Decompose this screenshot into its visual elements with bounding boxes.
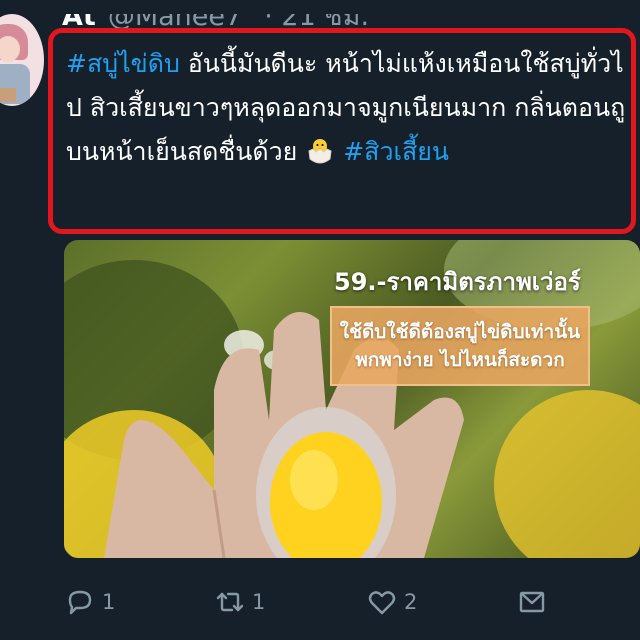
- promo-line-2: พกพาง่าย ไปไหนก็สะดวก: [355, 349, 565, 371]
- photo-promo-box: ใช้ดีบใช้ดีต้องสบู่ไข่ดิบเท่านั้น พกพาง่…: [330, 306, 590, 386]
- tweet-photo[interactable]: 59.-ราคามิตรภาพเว่อร์ ใช้ดีบใช้ดีต้องสบู…: [64, 240, 640, 558]
- message-button[interactable]: [516, 582, 548, 622]
- like-icon: [368, 591, 396, 615]
- reply-count: 1: [102, 590, 116, 614]
- like-count: 2: [404, 590, 418, 614]
- promo-line-1: ใช้ดีบใช้ดีต้องสบู่ไข่ดิบเท่านั้น: [339, 321, 581, 343]
- message-icon: [519, 591, 545, 613]
- avatar[interactable]: [0, 14, 44, 106]
- retweet-count: 1: [252, 590, 266, 614]
- photo-price-caption: 59.-ราคามิตรภาพเว่อร์: [334, 268, 581, 296]
- reply-icon: [68, 590, 92, 615]
- retweet-icon: [216, 592, 244, 612]
- reply-button[interactable]: 1: [64, 582, 115, 622]
- retweet-button[interactable]: 1: [214, 582, 265, 622]
- like-button[interactable]: 2: [366, 582, 417, 622]
- tweet-actions: 1 1 2: [64, 582, 634, 622]
- avatar-bag: [0, 88, 16, 102]
- red-highlight-outline: [48, 28, 636, 234]
